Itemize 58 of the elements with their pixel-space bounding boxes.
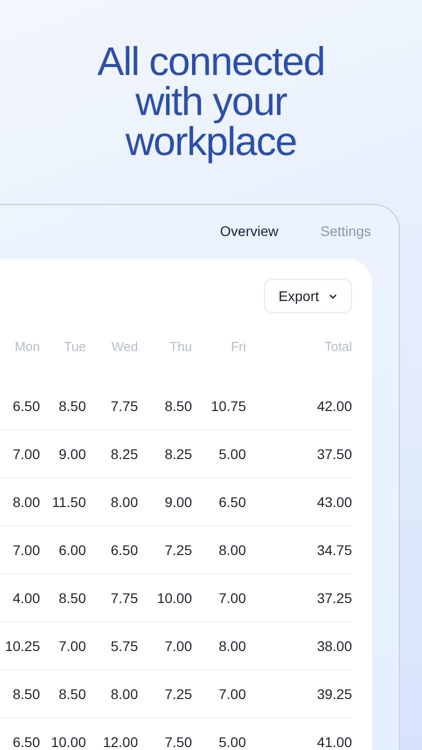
table-cell: 39.25: [246, 670, 352, 718]
table-cell: 43.00: [246, 478, 352, 526]
column-header: Thu: [168, 339, 192, 356]
table-cell-text: 12.00: [102, 733, 138, 750]
table-cell-text: 7.50: [164, 733, 192, 750]
table-cell: 6.00: [40, 526, 86, 574]
chevron-down-icon: [329, 294, 337, 298]
headline: All connected with your workplace: [96, 42, 326, 162]
table-cell-text: 5.00: [218, 733, 246, 750]
table-cell: 37.50: [246, 430, 352, 478]
column-header: Tue: [63, 339, 86, 356]
table-cell: 6.50: [0, 382, 40, 430]
table-cell: 8.50: [0, 670, 40, 718]
table-cell: 7.00: [0, 526, 40, 574]
table-cell: 10.25: [0, 622, 40, 670]
table-cell: 8.50: [138, 382, 192, 430]
table-cell-text: 6.50: [12, 733, 40, 750]
tab[interactable]: Overview: [220, 223, 278, 239]
column-header: Total: [324, 339, 352, 356]
table-cell: 8.00: [192, 622, 246, 670]
column-header: Mon: [14, 339, 40, 356]
table-cell: 7.75: [86, 382, 138, 430]
column-header: Wed: [110, 339, 138, 356]
table-cell: 6.50: [86, 526, 138, 574]
table-cell-text: 41.00: [316, 733, 352, 750]
column-header: Fri: [230, 339, 246, 356]
table-cell: 8.50: [40, 574, 86, 622]
export-button[interactable]: Export: [264, 279, 352, 313]
table-cell: 10.75: [192, 382, 246, 430]
table-cell: 34.75: [246, 526, 352, 574]
table-cell: 11.50: [40, 478, 86, 526]
table-cell: 4.00: [0, 574, 40, 622]
table-cell: 8.25: [86, 430, 138, 478]
table-cell: 5.75: [86, 622, 138, 670]
table-cell: 9.00: [40, 430, 86, 478]
table-cell: 7.75: [86, 574, 138, 622]
table-cell: 7.00: [0, 430, 40, 478]
table-cell: 10.00: [138, 574, 192, 622]
table-cell: 37.25: [246, 574, 352, 622]
table-cell: 7.25: [138, 526, 192, 574]
table-cell: 7.00: [192, 574, 246, 622]
table-cell: 8.25: [138, 430, 192, 478]
table-cell: 8.00: [86, 670, 138, 718]
table-cell-text: 10.00: [50, 733, 86, 750]
table-cell: 6.50: [192, 478, 246, 526]
table-cell: 9.00: [138, 478, 192, 526]
table-cell: 8.00: [86, 478, 138, 526]
table-cell: 38.00: [246, 622, 352, 670]
table-cell: 8.00: [0, 478, 40, 526]
table-cell: 8.50: [40, 670, 86, 718]
table-cell: 7.00: [40, 622, 86, 670]
table-cell: 7.00: [138, 622, 192, 670]
table-cell: 8.00: [192, 526, 246, 574]
table-cell: 7.25: [138, 670, 192, 718]
table-cell: 42.00: [246, 382, 352, 430]
table-cell: 5.00: [192, 430, 246, 478]
table-cell: 7.00: [192, 670, 246, 718]
table-cell: 8.50: [40, 382, 86, 430]
